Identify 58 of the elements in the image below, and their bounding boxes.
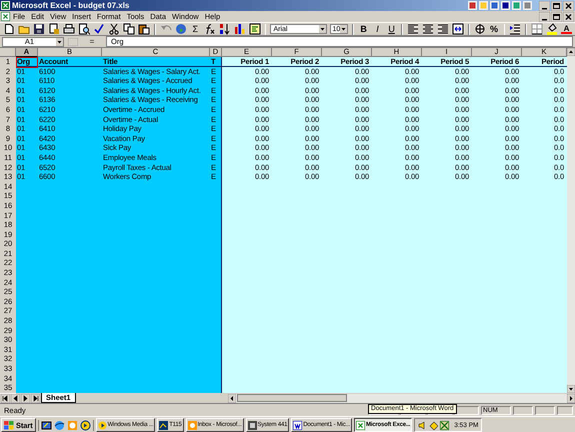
dropdown-arrow-icon[interactable] — [318, 25, 326, 33]
minimize-icon[interactable] — [539, 12, 550, 22]
minimize-icon[interactable] — [539, 0, 550, 10]
globe-icon[interactable] — [54, 420, 65, 430]
underline-button[interactable]: U — [386, 24, 398, 34]
italic-button[interactable]: I — [372, 24, 384, 34]
window-title: Microsoft Excel - budget 07.xls — [12, 1, 130, 10]
speaker-icon[interactable] — [418, 420, 428, 430]
restore-icon[interactable] — [551, 0, 562, 10]
status-panel — [513, 406, 533, 414]
spreadsheet-icon — [1, 1, 10, 10]
desktop-icon[interactable] — [40, 420, 52, 430]
dropdown-arrow-icon[interactable] — [56, 38, 63, 46]
bold-button[interactable]: B — [358, 24, 370, 34]
previous-sheet-icon[interactable] — [11, 394, 20, 402]
dropdown-arrow-icon[interactable] — [340, 25, 348, 33]
mountain-picture-icon — [159, 420, 168, 430]
window-icon — [248, 420, 257, 430]
align-left-icon[interactable] — [406, 23, 419, 35]
document-icon — [293, 420, 302, 430]
align-center-icon[interactable] — [422, 23, 434, 35]
media-player-icon — [98, 420, 107, 430]
print-preview-icon[interactable] — [78, 23, 90, 35]
scroll-up-icon[interactable] — [567, 48, 575, 56]
function-icon[interactable] — [204, 23, 216, 35]
currency-icon[interactable] — [474, 23, 486, 35]
printer-icon[interactable] — [63, 23, 75, 35]
fill-color-icon[interactable] — [546, 23, 558, 35]
status-panel — [535, 406, 555, 414]
percent-button[interactable]: % — [488, 24, 500, 34]
spreadsheet-icon — [356, 420, 365, 430]
align-right-icon[interactable] — [436, 23, 449, 35]
next-sheet-icon[interactable] — [21, 394, 30, 402]
globe-icon[interactable] — [174, 23, 187, 35]
windows-flag-icon — [4, 420, 14, 430]
spacer-bar-icon — [68, 38, 78, 46]
scroll-left-icon[interactable] — [228, 394, 236, 402]
borders-icon[interactable] — [531, 23, 543, 35]
paste-icon[interactable] — [138, 23, 150, 35]
scroll-right-icon[interactable] — [567, 394, 575, 402]
sort-icon[interactable] — [218, 23, 231, 35]
network-icon[interactable] — [429, 420, 438, 430]
font-color-button[interactable]: A — [561, 24, 572, 34]
last-sheet-icon[interactable] — [31, 394, 40, 402]
scissors-icon[interactable] — [108, 23, 120, 35]
status-panel — [557, 406, 573, 414]
autosum-button[interactable]: Σ — [190, 24, 201, 34]
media-player-icon[interactable] — [80, 420, 91, 430]
merge-cells-icon[interactable] — [452, 23, 464, 35]
restore-icon[interactable] — [551, 12, 562, 22]
close-icon[interactable] — [563, 0, 574, 10]
chart-icon[interactable] — [234, 23, 246, 35]
copy-icon[interactable] — [123, 23, 135, 35]
close-icon[interactable] — [563, 12, 574, 22]
indent-icon[interactable] — [509, 23, 522, 35]
scroll-down-icon[interactable] — [567, 385, 575, 393]
equals-sign: = — [88, 37, 96, 46]
spelling-check-icon[interactable] — [93, 23, 105, 35]
